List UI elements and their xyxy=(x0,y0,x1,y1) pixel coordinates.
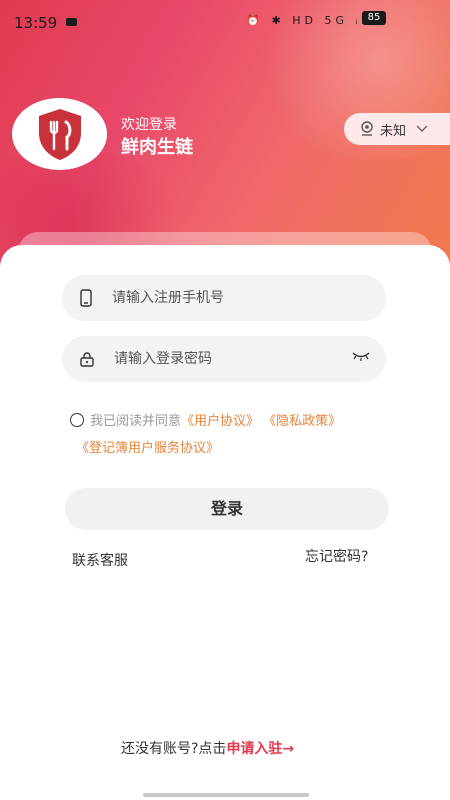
chevron-down-icon xyxy=(416,125,428,132)
phone-icon xyxy=(80,289,92,307)
password-input[interactable] xyxy=(114,351,334,367)
app-name: 鲜肉生链 xyxy=(121,137,193,158)
agree-radio[interactable] xyxy=(70,413,84,427)
phone-field[interactable] xyxy=(62,275,386,321)
phone-input[interactable] xyxy=(112,290,332,306)
lock-icon xyxy=(80,352,94,367)
privacy-policy-link[interactable]: 《隐私政策》 xyxy=(263,414,341,429)
location-label: 未知 xyxy=(380,123,407,139)
location-selector[interactable]: 未知 xyxy=(344,113,450,145)
shield-utensils-icon xyxy=(38,109,81,160)
status-time: 13:59 xyxy=(14,14,58,32)
forgot-password-link[interactable]: 忘记密码? xyxy=(305,546,368,566)
agreement-row: 我已阅读并同意《用户协议》 《隐私政策》 《登记簿用户服务协议》 xyxy=(70,408,415,462)
password-field[interactable] xyxy=(62,336,386,382)
battery-icon: 85 xyxy=(362,11,386,25)
contact-service-link[interactable]: 联系客服 xyxy=(72,550,128,570)
apply-link[interactable]: 申请入驻→ xyxy=(226,741,294,757)
home-indicator xyxy=(143,793,309,797)
agree-prefix: 我已阅读并同意 xyxy=(90,414,182,429)
eye-closed-icon[interactable] xyxy=(352,351,370,361)
signup-row: 还没有账号?点击申请入驻→ xyxy=(121,738,294,758)
app-logo xyxy=(12,98,107,170)
notification-icon xyxy=(66,18,77,26)
service-agreement-link[interactable]: 《登记簿用户服务协议》 xyxy=(76,441,219,456)
signup-prefix: 还没有账号?点击 xyxy=(121,741,227,757)
login-button[interactable]: 登录 xyxy=(65,488,389,530)
welcome-text: 欢迎登录 xyxy=(121,117,177,133)
user-agreement-link[interactable]: 《用户协议》 xyxy=(181,414,259,429)
location-pin-icon xyxy=(361,121,373,136)
status-bar: 13:59 ⏰ ✱ HD 5G ᵢₗ ≋ 85 xyxy=(0,0,450,44)
